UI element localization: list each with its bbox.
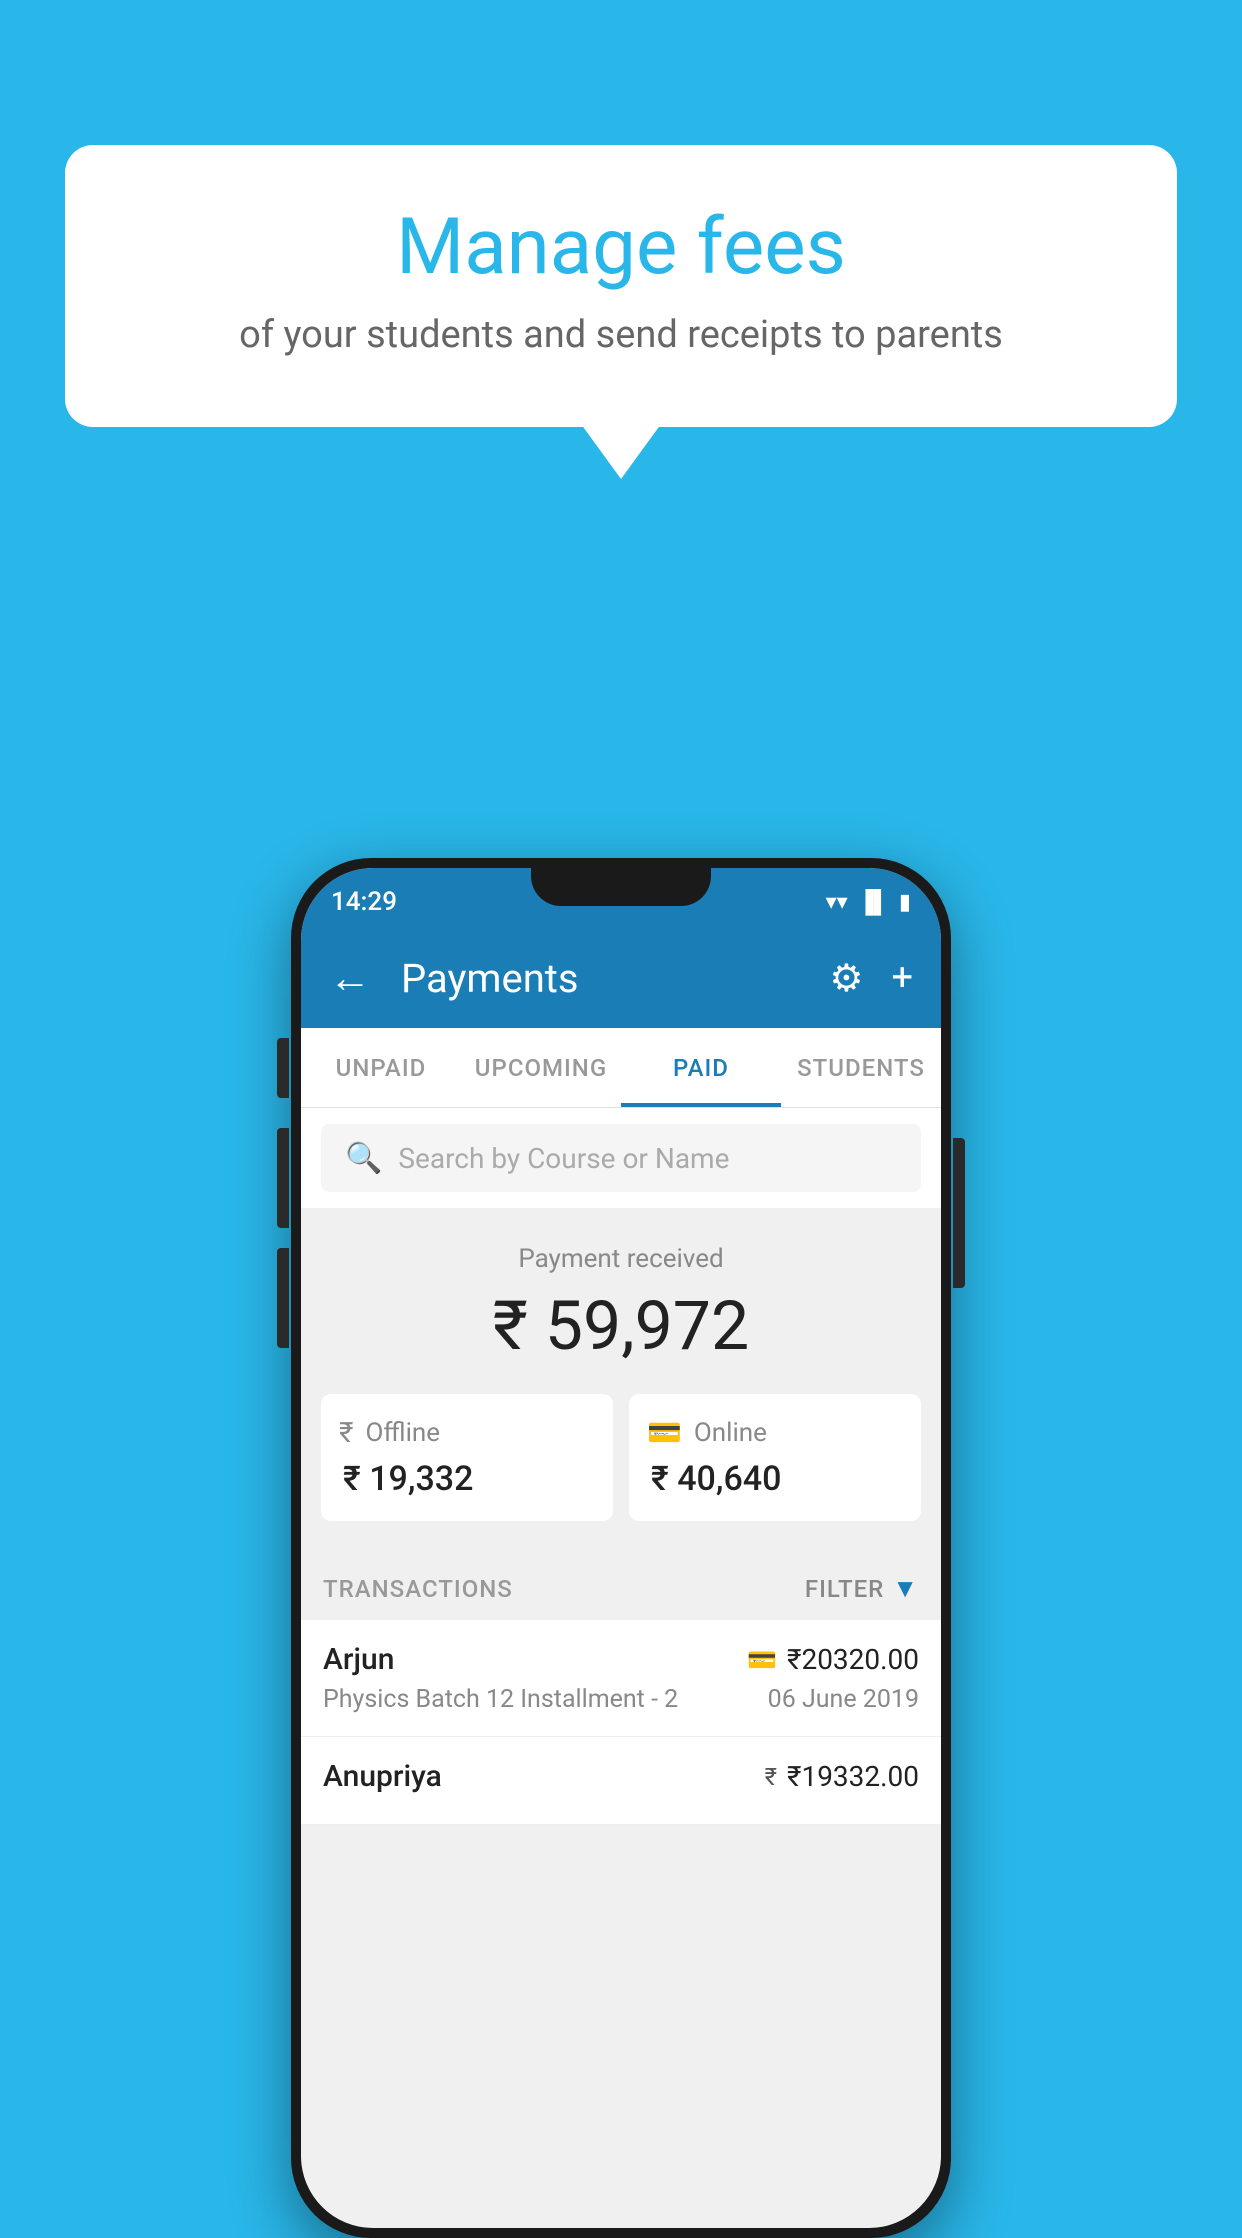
offline-amount: ₹ 19,332 bbox=[343, 1459, 473, 1499]
search-input[interactable]: Search by Course or Name bbox=[398, 1142, 729, 1175]
tab-students[interactable]: STUDENTS bbox=[781, 1028, 941, 1107]
offline-icon: ₹ bbox=[339, 1416, 353, 1449]
app-bar-actions: ⚙ + bbox=[829, 956, 913, 1001]
online-amount: ₹ 40,640 bbox=[651, 1459, 781, 1499]
tab-upcoming[interactable]: UPCOMING bbox=[461, 1028, 621, 1107]
transaction-amount-row: ₹ ₹19332.00 bbox=[765, 1760, 919, 1793]
payment-type-icon: 💳 bbox=[747, 1646, 777, 1674]
transaction-name: Arjun bbox=[323, 1642, 394, 1677]
signal-icon: ▐▌ bbox=[858, 889, 889, 915]
bubble-title: Manage fees bbox=[145, 205, 1097, 291]
phone-frame: 14:29 ▾▾ ▐▌ ▮ ← Payments ⚙ + UNPAID UPCO… bbox=[291, 858, 951, 2238]
filter-label: FILTER bbox=[805, 1575, 884, 1603]
payment-type-icon: ₹ bbox=[765, 1763, 777, 1791]
status-time: 14:29 bbox=[331, 887, 397, 917]
transaction-row-1: Anupriya ₹ ₹19332.00 bbox=[323, 1759, 919, 1794]
transaction-date: 06 June 2019 bbox=[768, 1685, 919, 1714]
tab-paid[interactable]: PAID bbox=[621, 1028, 781, 1107]
transactions-header: TRANSACTIONS FILTER ▼ bbox=[301, 1549, 941, 1620]
tab-unpaid[interactable]: UNPAID bbox=[301, 1028, 461, 1107]
phone-notch bbox=[531, 868, 711, 906]
payment-total-amount: ₹ 59,972 bbox=[321, 1286, 921, 1366]
transaction-amount: ₹19332.00 bbox=[787, 1760, 919, 1793]
filter-icon: ▼ bbox=[892, 1573, 919, 1604]
tab-bar: UNPAID UPCOMING PAID STUDENTS bbox=[301, 1028, 941, 1108]
back-button[interactable]: ← bbox=[329, 954, 371, 1003]
transactions-label: TRANSACTIONS bbox=[323, 1575, 513, 1603]
transaction-course: Physics Batch 12 Installment - 2 bbox=[323, 1685, 678, 1714]
transaction-row-2: Physics Batch 12 Installment - 2 06 June… bbox=[323, 1685, 919, 1714]
side-button-power bbox=[953, 1138, 965, 1288]
search-container: 🔍 Search by Course or Name bbox=[301, 1108, 941, 1208]
side-button-2 bbox=[277, 1128, 289, 1228]
search-bar[interactable]: 🔍 Search by Course or Name bbox=[321, 1124, 921, 1192]
app-bar: ← Payments ⚙ + bbox=[301, 928, 941, 1028]
transaction-row-1: Arjun 💳 ₹20320.00 bbox=[323, 1642, 919, 1677]
phone-screen: 14:29 ▾▾ ▐▌ ▮ ← Payments ⚙ + UNPAID UPCO… bbox=[301, 868, 941, 2228]
search-icon: 🔍 bbox=[345, 1141, 382, 1176]
offline-payment-card: ₹ Offline ₹ 19,332 bbox=[321, 1394, 613, 1521]
transaction-name: Anupriya bbox=[323, 1759, 442, 1794]
online-icon: 💳 bbox=[647, 1416, 682, 1449]
side-button-1 bbox=[277, 1038, 289, 1098]
online-payment-card: 💳 Online ₹ 40,640 bbox=[629, 1394, 921, 1521]
transaction-list: Arjun 💳 ₹20320.00 Physics Batch 12 Insta… bbox=[301, 1620, 941, 1825]
payment-received-label: Payment received bbox=[321, 1244, 921, 1274]
online-card-header: 💳 Online bbox=[647, 1416, 767, 1449]
speech-bubble: Manage fees of your students and send re… bbox=[65, 145, 1177, 427]
offline-card-header: ₹ Offline bbox=[339, 1416, 440, 1449]
filter-button[interactable]: FILTER ▼ bbox=[805, 1573, 919, 1604]
transaction-item[interactable]: Anupriya ₹ ₹19332.00 bbox=[301, 1737, 941, 1825]
wifi-icon: ▾▾ bbox=[826, 890, 848, 915]
app-bar-title: Payments bbox=[401, 955, 809, 1002]
online-label: Online bbox=[694, 1418, 767, 1448]
transaction-amount: ₹20320.00 bbox=[787, 1643, 919, 1676]
settings-icon[interactable]: ⚙ bbox=[829, 956, 863, 1001]
payment-cards: ₹ Offline ₹ 19,332 💳 Online ₹ 40,640 bbox=[321, 1394, 921, 1521]
transaction-item[interactable]: Arjun 💳 ₹20320.00 Physics Batch 12 Insta… bbox=[301, 1620, 941, 1737]
bubble-subtitle: of your students and send receipts to pa… bbox=[145, 313, 1097, 357]
transaction-amount-row: 💳 ₹20320.00 bbox=[747, 1643, 919, 1676]
battery-icon: ▮ bbox=[899, 890, 911, 915]
add-button[interactable]: + bbox=[891, 956, 913, 1000]
status-icons: ▾▾ ▐▌ ▮ bbox=[826, 889, 911, 915]
speech-bubble-container: Manage fees of your students and send re… bbox=[65, 145, 1177, 427]
offline-label: Offline bbox=[365, 1418, 440, 1448]
payment-summary: Payment received ₹ 59,972 ₹ Offline ₹ 19… bbox=[301, 1208, 941, 1549]
side-button-3 bbox=[277, 1248, 289, 1348]
